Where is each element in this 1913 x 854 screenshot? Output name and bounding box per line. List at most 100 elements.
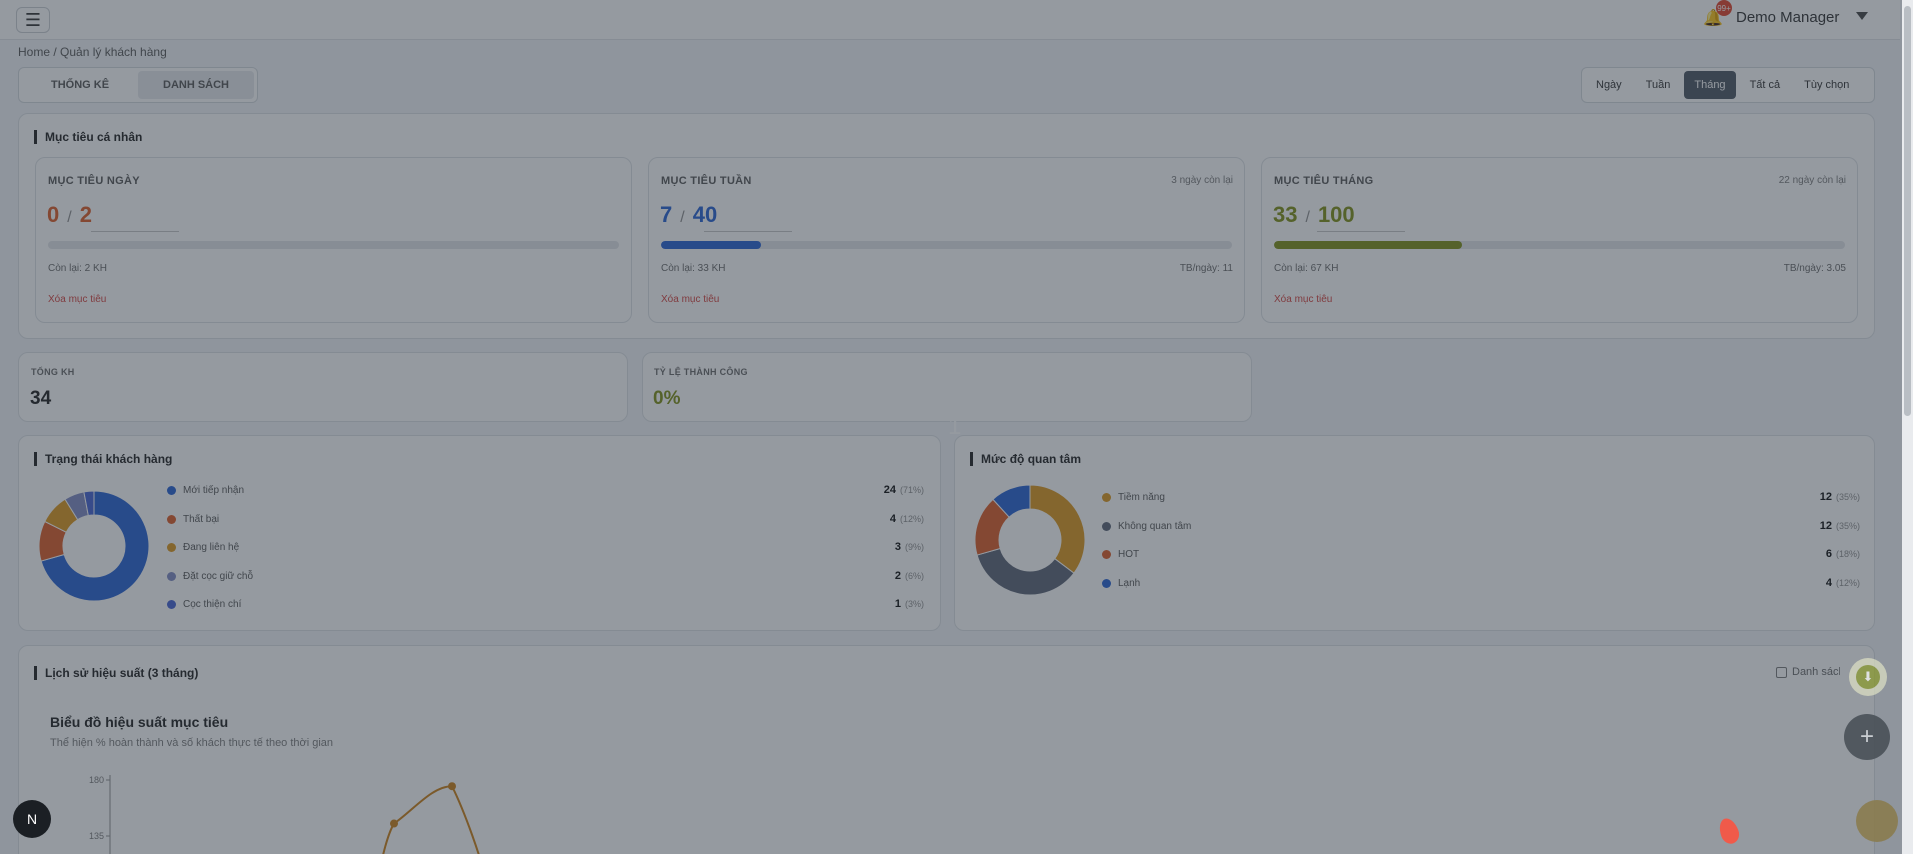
goal-label: MỤC TIÊU TUẦN — [661, 175, 752, 187]
legend-value: 3 (9%) — [895, 541, 924, 553]
performance-chart: 180 135 — [89, 775, 480, 854]
period-tab-month[interactable]: Tháng — [1684, 71, 1736, 99]
section-title: Mức độ quan tâm — [970, 452, 1081, 466]
legend-label: Không quan tâm — [1118, 520, 1192, 532]
legend-item[interactable]: Đặt cọc giữ chỗ — [167, 571, 253, 582]
legend-dot — [167, 486, 176, 495]
goal-progress-text: 33 / 100 — [1273, 202, 1355, 228]
scrollbar-thumb[interactable] — [1904, 6, 1911, 416]
notification-badge: 99+ — [1716, 0, 1732, 16]
y-tick-label: 180 — [89, 775, 104, 785]
legend-count: 12 — [1819, 519, 1832, 532]
section-title: Mục tiêu cá nhân — [34, 130, 142, 144]
delete-goal-link[interactable]: Xóa mục tiêu — [48, 294, 106, 305]
donut-slice[interactable] — [1029, 484, 1086, 574]
goal-separator: / — [680, 209, 685, 226]
legend-item[interactable]: Không quan tâm — [1102, 521, 1191, 532]
tab-list[interactable]: DANH SÁCH — [138, 71, 254, 99]
data-point[interactable] — [448, 782, 456, 791]
legend-count: 4 — [1825, 576, 1832, 589]
nextjs-badge[interactable]: N — [13, 800, 51, 838]
legend-dot — [1102, 521, 1111, 531]
legend-percent: (71%) — [899, 485, 924, 495]
legend-item[interactable]: Thất bại — [167, 514, 219, 525]
download-fab[interactable]: ⬇ — [1849, 658, 1887, 696]
list-toggle-label[interactable]: Danh sách — [1792, 666, 1840, 678]
period-tab-day[interactable]: Ngày — [1586, 71, 1632, 99]
goal-separator: / — [1305, 209, 1310, 226]
page-indicator: 1 — [948, 413, 962, 440]
stat-card-total — [18, 352, 628, 422]
goal-underline — [704, 231, 792, 232]
period-tab-all[interactable]: Tất cả — [1740, 71, 1791, 99]
legend-label: Cọc thiện chí — [183, 599, 242, 610]
y-tick-label: 135 — [89, 831, 104, 841]
hamburger-icon[interactable]: ☰ — [16, 7, 50, 33]
goal-remaining-days: 3 ngày còn lại — [1171, 175, 1233, 186]
legend-dot — [167, 514, 176, 524]
goal-progress-bar — [661, 241, 1232, 249]
data-point[interactable] — [390, 819, 398, 828]
goal-label: MỤC TIÊU NGÀY — [48, 175, 140, 187]
user-name[interactable]: Demo Manager — [1736, 9, 1839, 26]
period-tab-week[interactable]: Tuần — [1636, 71, 1681, 99]
legend-value: 1 (3%) — [895, 598, 924, 610]
delete-goal-link[interactable]: Xóa mục tiêu — [661, 294, 719, 305]
stat-value: 34 — [30, 388, 52, 409]
legend-value: 24 (71%) — [884, 484, 924, 496]
legend-count: 2 — [894, 569, 901, 582]
legend-percent: (12%) — [899, 513, 924, 524]
customer-status-donut — [38, 490, 150, 602]
legend-percent: (9%) — [904, 542, 924, 552]
tab-statistics[interactable]: THỐNG KÊ — [22, 71, 138, 99]
delete-goal-link[interactable]: Xóa mục tiêu — [1274, 294, 1332, 305]
legend-item[interactable]: HOT — [1102, 549, 1139, 560]
goal-remaining-days: 22 ngày còn lại — [1778, 175, 1846, 186]
period-tab-custom[interactable]: Tùy chọn — [1794, 71, 1859, 99]
legend-label: Đặt cọc giữ chỗ — [183, 570, 254, 582]
legend-dot — [1102, 493, 1111, 502]
legend-item[interactable]: Lạnh — [1102, 578, 1140, 589]
goal-label: MỤC TIÊU THÁNG — [1274, 175, 1374, 187]
legend-percent: (12%) — [1835, 577, 1860, 588]
legend-dot — [167, 543, 176, 552]
period-tabs: Ngày Tuần Tháng Tất cả Tùy chọn — [1581, 67, 1875, 103]
list-toggle-checkbox[interactable] — [1776, 667, 1787, 678]
goal-average: TB/ngày: 11 — [1179, 263, 1233, 274]
breadcrumb: Home / Quản lý khách hàng — [18, 45, 167, 59]
legend-count: 4 — [889, 512, 896, 525]
legend-item[interactable]: Cọc thiện chí — [167, 599, 241, 610]
goal-remaining: Còn lại: 33 KH — [661, 263, 726, 274]
add-fab[interactable]: + — [1844, 714, 1890, 760]
top-bar — [0, 0, 1900, 40]
legend-count: 24 — [883, 484, 896, 496]
legend-item[interactable]: Tiềm năng — [1102, 492, 1165, 503]
legend-count: 6 — [1825, 548, 1832, 560]
goal-done: 7 — [660, 202, 673, 227]
legend-item[interactable]: Đang liên hệ — [167, 542, 239, 553]
goal-average: TB/ngày: 3.05 — [1783, 263, 1846, 274]
goal-progress-text: 0 / 2 — [47, 202, 92, 228]
goal-underline — [91, 231, 179, 232]
legend-count: 12 — [1819, 491, 1832, 503]
goal-target: 100 — [1317, 202, 1355, 227]
goal-progress-text: 7 / 40 — [660, 202, 717, 228]
assistant-avatar-icon[interactable] — [1856, 800, 1898, 842]
stat-label: TỔNG KH — [31, 367, 75, 377]
legend-label: Mới tiếp nhận — [183, 485, 245, 496]
stat-label: TỶ LỆ THÀNH CÔNG — [654, 367, 748, 377]
legend-value: 4 (12%) — [890, 513, 924, 525]
interest-level-donut — [974, 484, 1086, 596]
legend-value: 12 (35%) — [1820, 520, 1860, 532]
interest-level-card — [954, 435, 1875, 631]
legend-value: 6 (18%) — [1826, 548, 1860, 560]
goal-target: 2 — [79, 202, 92, 227]
goal-remaining: Còn lại: 67 KH — [1274, 263, 1339, 274]
legend-item[interactable]: Mới tiếp nhận — [167, 485, 244, 496]
goal-progress-bar — [1274, 241, 1845, 249]
legend-label: Thất bại — [183, 513, 220, 525]
chevron-down-icon[interactable] — [1856, 12, 1868, 20]
legend-value: 2 (6%) — [895, 570, 924, 582]
legend-dot — [1102, 578, 1111, 588]
stat-card-success-rate — [642, 352, 1252, 422]
